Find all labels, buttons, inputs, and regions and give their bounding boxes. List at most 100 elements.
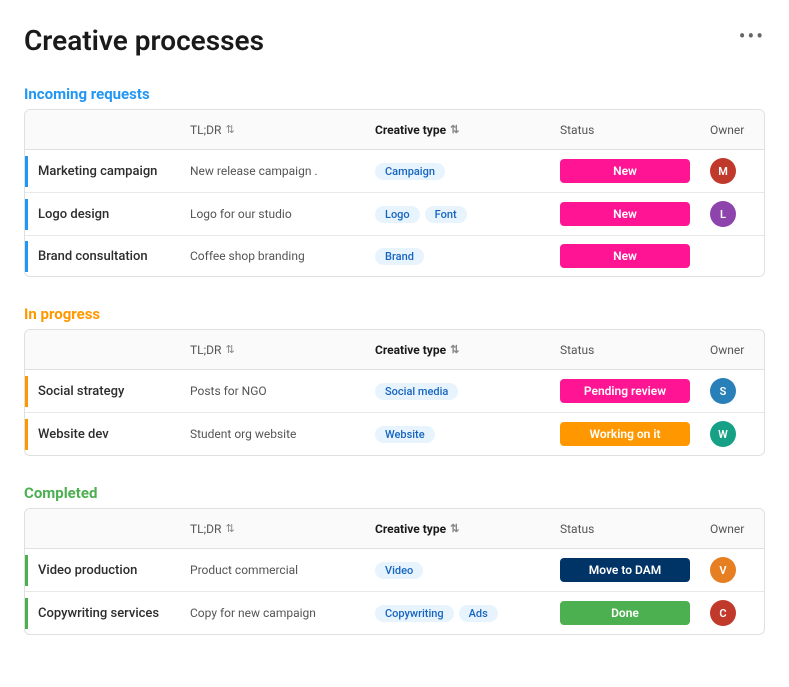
col-header-status: Status (550, 515, 700, 542)
cell-owner: L (700, 193, 765, 235)
cell-owner: M (700, 150, 765, 192)
table-row: Brand consultationCoffee shop branding Br… (25, 236, 764, 276)
cell-owner: C (700, 592, 765, 634)
cell-owner: W (700, 413, 765, 455)
col-header-status: Status (550, 116, 700, 143)
status-badge: Move to DAM (560, 558, 690, 582)
page-header: Creative processes ••• (24, 24, 765, 57)
status-badge: New (560, 159, 690, 183)
table-row: Copywriting servicesCopy for new campaig… (25, 592, 764, 634)
cell-tags: Copywriting Ads (365, 597, 550, 630)
section-title-incoming: Incoming requests (24, 85, 150, 103)
sort-icon-tldr[interactable]: ⇅ (225, 123, 234, 136)
cell-tags: Social media (365, 375, 550, 408)
col-header-creative-type: Creative type ⇅ (365, 515, 550, 542)
section-title-inprogress: In progress (24, 305, 100, 323)
tag-social-media[interactable]: Social media (375, 383, 458, 400)
tag-logo[interactable]: Logo (375, 206, 420, 223)
section-incoming: Incoming requests TL;DR ⇅Creative type ⇅S… (24, 85, 765, 277)
table-header-incoming: TL;DR ⇅Creative type ⇅StatusOwner+ (25, 110, 764, 150)
cell-tags: Video (365, 554, 550, 587)
cell-owner: V (700, 549, 765, 591)
section-header-inprogress: In progress (24, 305, 765, 323)
table-row: Website devStudent org website Website Wor… (25, 413, 764, 455)
avatar: C (710, 600, 736, 626)
col-header-tldr: TL;DR ⇅ (180, 336, 365, 363)
cell-owner: S (700, 370, 765, 412)
col-header-owner: Owner (700, 116, 765, 143)
table-row: Video productionProduct commercial Video M… (25, 549, 764, 592)
table-header-completed: TL;DR ⇅Creative type ⇅StatusOwner+ (25, 509, 764, 549)
table-row: Logo designLogo for our studio Logo Font Ne… (25, 193, 764, 236)
col-header-tldr: TL;DR ⇅ (180, 116, 365, 143)
sections-container: Incoming requestsTL;DR ⇅Creative type ⇅S… (24, 85, 765, 635)
sort-icon[interactable]: ⇅ (450, 343, 459, 356)
cell-name[interactable]: Brand consultation (25, 241, 180, 272)
cell-name[interactable]: Copywriting services (25, 598, 180, 629)
tag-campaign[interactable]: Campaign (375, 163, 445, 180)
table-incoming: TL;DR ⇅Creative type ⇅StatusOwner+Market… (24, 109, 765, 277)
cell-tldr: Logo for our studio (180, 199, 365, 229)
cell-tldr: Product commercial (180, 555, 365, 585)
col-header-name (25, 116, 180, 143)
tag-ads[interactable]: Ads (459, 605, 498, 622)
table-row: Social strategyPosts for NGOSocial media… (25, 370, 764, 413)
cell-name[interactable]: Marketing campaign (25, 156, 180, 187)
status-badge: New (560, 244, 690, 268)
section-header-completed: Completed (24, 484, 765, 502)
cell-owner (700, 248, 765, 264)
avatar: S (710, 378, 736, 404)
status-badge: Done (560, 601, 690, 625)
sort-icon-tldr[interactable]: ⇅ (225, 522, 234, 535)
tag-font[interactable]: Font (425, 206, 467, 223)
col-header-name (25, 336, 180, 363)
col-header-owner: Owner (700, 515, 765, 542)
cell-name[interactable]: Logo design (25, 199, 180, 230)
status-badge: New (560, 202, 690, 226)
avatar: L (710, 201, 736, 227)
cell-status[interactable]: New (550, 194, 700, 234)
cell-tldr: Copy for new campaign (180, 598, 365, 628)
table-header-inprogress: TL;DR ⇅Creative type ⇅StatusOwner+ (25, 330, 764, 370)
avatar: V (710, 557, 736, 583)
tag-website[interactable]: Website (375, 426, 435, 443)
table-inprogress: TL;DR ⇅Creative type ⇅StatusOwner+Social… (24, 329, 765, 456)
tag-brand[interactable]: Brand (375, 248, 424, 265)
cell-tldr: New release campaign . (180, 156, 365, 186)
cell-tags: Brand (365, 240, 550, 273)
col-header-status: Status (550, 336, 700, 363)
cell-tldr: Coffee shop branding (180, 241, 365, 271)
col-header-creative-type: Creative type ⇅ (365, 116, 550, 143)
cell-tags: Campaign (365, 155, 550, 188)
cell-tags: Website (365, 418, 550, 451)
cell-name[interactable]: Video production (25, 555, 180, 586)
tag-video[interactable]: Video (375, 562, 423, 579)
cell-tags: Logo Font (365, 198, 550, 231)
section-inprogress: In progress TL;DR ⇅Creative type ⇅StatusO… (24, 305, 765, 456)
cell-status[interactable]: Pending review (550, 371, 700, 411)
more-options-icon[interactable]: ••• (739, 24, 765, 48)
avatar: M (710, 158, 736, 184)
cell-status[interactable]: Done (550, 593, 700, 633)
table-completed: TL;DR ⇅Creative type ⇅StatusOwner+Video … (24, 508, 765, 635)
cell-status[interactable]: New (550, 236, 700, 276)
cell-name[interactable]: Social strategy (25, 376, 180, 407)
status-badge: Working on it (560, 422, 690, 446)
section-completed: CompletedTL;DR ⇅Creative type ⇅StatusOwn… (24, 484, 765, 635)
table-row: Marketing campaignNew release campaign .… (25, 150, 764, 193)
cell-name[interactable]: Website dev (25, 419, 180, 450)
section-title-completed: Completed (24, 484, 97, 502)
sort-icon[interactable]: ⇅ (450, 522, 459, 535)
sort-icon[interactable]: ⇅ (450, 123, 459, 136)
col-header-creative-type: Creative type ⇅ (365, 336, 550, 363)
sort-icon-tldr[interactable]: ⇅ (225, 343, 234, 356)
status-badge: Pending review (560, 379, 690, 403)
cell-status[interactable]: New (550, 151, 700, 191)
tag-copywriting[interactable]: Copywriting (375, 605, 454, 622)
cell-tldr: Student org website (180, 419, 365, 449)
cell-status[interactable]: Working on it (550, 414, 700, 454)
avatar: W (710, 421, 736, 447)
col-header-owner: Owner (700, 336, 765, 363)
cell-status[interactable]: Move to DAM (550, 550, 700, 590)
page-title: Creative processes (24, 24, 264, 57)
